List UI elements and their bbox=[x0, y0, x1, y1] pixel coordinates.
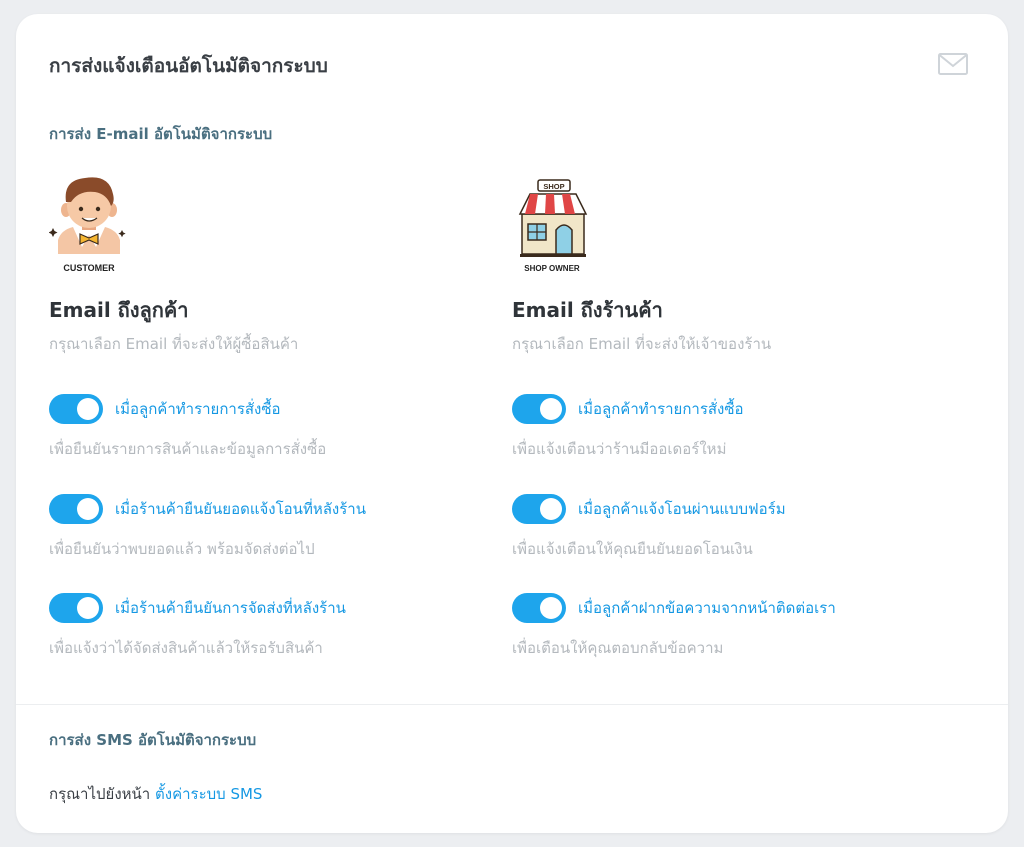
shop-transfer-form-toggle[interactable] bbox=[512, 494, 566, 524]
option-description: เพื่อยืนยันว่าพบยอดแล้ว พร้อมจัดส่งต่อไป bbox=[49, 540, 315, 558]
shop-contact-message-toggle[interactable] bbox=[512, 593, 566, 623]
shop-heading: Email ถึงร้านค้า bbox=[512, 298, 663, 322]
sms-instruction-text: กรุณาไปยังหน้า bbox=[49, 785, 151, 803]
customer-badge-text: CUSTOMER bbox=[63, 263, 115, 273]
option-description: เพื่อแจ้งว่าได้จัดส่งสินค้าแล้วให้รอรับส… bbox=[49, 639, 323, 657]
option-label: เมื่อร้านค้ายืนยันการจัดส่งที่หลังร้าน bbox=[115, 599, 346, 617]
customer-option-payment-confirmed: เมื่อร้านค้ายืนยันยอดแจ้งโอนที่หลังร้าน … bbox=[49, 494, 479, 561]
customer-order-placed-toggle[interactable] bbox=[49, 394, 103, 424]
option-label: เมื่อลูกค้าทำรายการสั่งซื้อ bbox=[115, 400, 281, 418]
toggle-knob bbox=[540, 398, 562, 420]
option-description: เพื่อเตือนให้คุณตอบกลับข้อความ bbox=[512, 639, 724, 657]
option-description: เพื่อยืนยันรายการสินค้าและข้อมูลการสั่งซ… bbox=[49, 440, 327, 458]
customer-shipping-confirmed-toggle[interactable] bbox=[49, 593, 103, 623]
shop-option-transfer-form: เมื่อลูกค้าแจ้งโอนผ่านแบบฟอร์ม เพื่อแจ้ง… bbox=[512, 494, 942, 561]
option-label: เมื่อร้านค้ายืนยันยอดแจ้งโอนที่หลังร้าน bbox=[115, 500, 366, 518]
toggle-knob bbox=[77, 498, 99, 520]
customer-option-order-placed: เมื่อลูกค้าทำรายการสั่งซื้อ เพื่อยืนยันร… bbox=[49, 394, 479, 461]
option-description: เพื่อแจ้งเตือนให้คุณยืนยันยอดโอนเงิน bbox=[512, 540, 753, 558]
shop-sign-text: SHOP bbox=[543, 182, 564, 191]
sms-section-label: การส่ง SMS อัตโนมัติจากระบบ bbox=[49, 731, 257, 749]
shop-option-new-order: เมื่อลูกค้าทำรายการสั่งซื้อ เพื่อแจ้งเตื… bbox=[512, 394, 942, 461]
customer-option-shipping-confirmed: เมื่อร้านค้ายืนยันการจัดส่งที่หลังร้าน เ… bbox=[49, 593, 479, 660]
toggle-knob bbox=[540, 597, 562, 619]
option-label: เมื่อลูกค้าแจ้งโอนผ่านแบบฟอร์ม bbox=[578, 500, 786, 518]
shop-email-column: SHOP SHOP OWNER Email ถึงร้านค้า กรุณาเล… bbox=[512, 172, 942, 657]
section-divider bbox=[16, 704, 1008, 705]
customer-avatar-icon: CUSTOMER bbox=[49, 177, 126, 273]
customer-payment-confirmed-toggle[interactable] bbox=[49, 494, 103, 524]
shop-badge-text: SHOP OWNER bbox=[524, 264, 580, 273]
shop-subtitle: กรุณาเลือก Email ที่จะส่งให้เจ้าของร้าน bbox=[512, 335, 772, 353]
toggle-knob bbox=[540, 498, 562, 520]
option-label: เมื่อลูกค้าทำรายการสั่งซื้อ bbox=[578, 400, 744, 418]
shop-owner-icon: SHOP SHOP OWNER bbox=[518, 179, 588, 273]
option-description: เพื่อแจ้งเตือนว่าร้านมีออเดอร์ใหม่ bbox=[512, 440, 727, 458]
option-label: เมื่อลูกค้าฝากข้อความจากหน้าติดต่อเรา bbox=[578, 599, 836, 617]
customer-subtitle: กรุณาเลือก Email ที่จะส่งให้ผู้ซื้อสินค้… bbox=[49, 335, 299, 353]
shop-new-order-toggle[interactable] bbox=[512, 394, 566, 424]
toggle-knob bbox=[77, 398, 99, 420]
customer-heading: Email ถึงลูกค้า bbox=[49, 298, 189, 322]
toggle-knob bbox=[77, 597, 99, 619]
sms-instruction: กรุณาไปยังหน้า ตั้งค่าระบบ SMS bbox=[49, 782, 262, 806]
mail-icon bbox=[938, 53, 968, 75]
shop-option-contact-message: เมื่อลูกค้าฝากข้อความจากหน้าติดต่อเรา เพ… bbox=[512, 593, 942, 660]
notification-settings-card: การส่งแจ้งเตือนอัตโนมัติจากระบบ การส่ง E… bbox=[16, 14, 1008, 833]
sms-settings-link[interactable]: ตั้งค่าระบบ SMS bbox=[155, 785, 262, 803]
email-section-label: การส่ง E-mail อัตโนมัติจากระบบ bbox=[49, 125, 273, 143]
card-title: การส่งแจ้งเตือนอัตโนมัติจากระบบ bbox=[49, 55, 328, 77]
customer-email-column: CUSTOMER Email ถึงลูกค้า กรุณาเลือก Emai… bbox=[49, 172, 479, 657]
